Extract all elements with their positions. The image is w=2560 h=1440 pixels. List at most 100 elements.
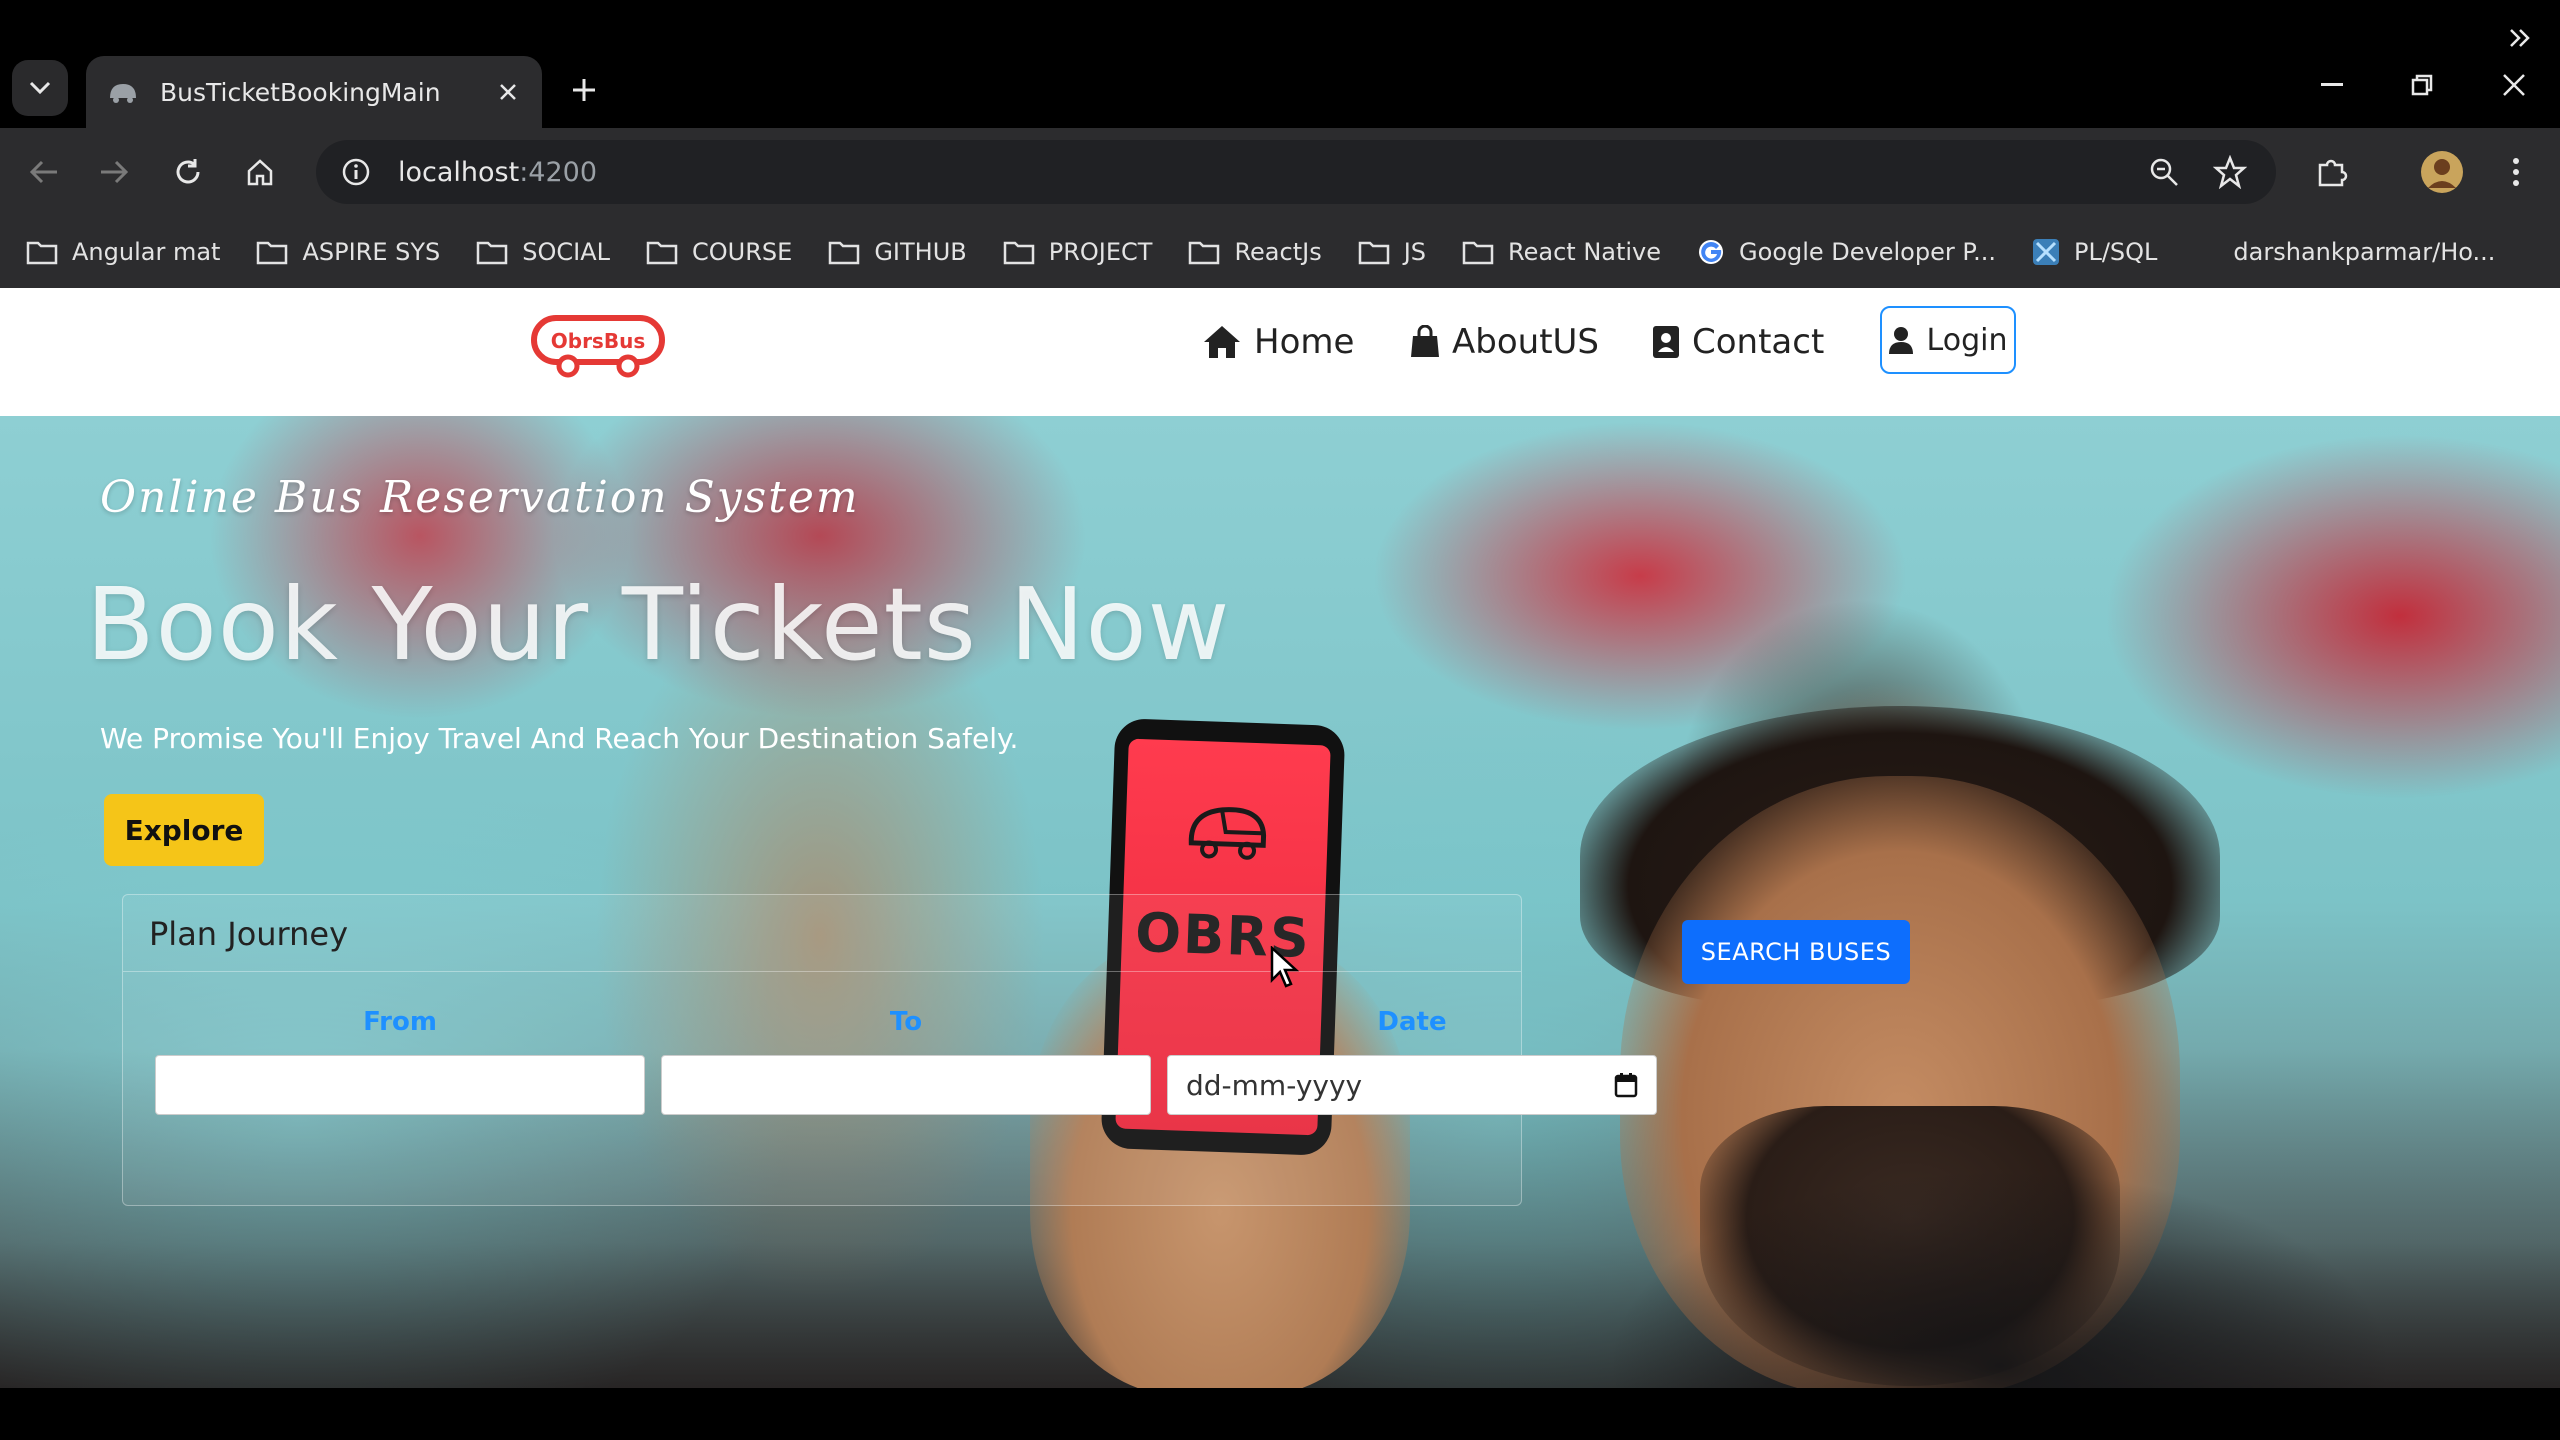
bookmark-star-button[interactable]: [2206, 148, 2254, 196]
shopping-bag-icon: [1411, 325, 1439, 357]
date-placeholder: dd-mm-yyyy: [1186, 1068, 1363, 1102]
restore-button[interactable]: [2392, 60, 2452, 110]
bookmark-label: Google Developer P...: [1739, 238, 1996, 266]
minimize-icon: [2321, 83, 2343, 86]
google-icon: [1699, 240, 1724, 264]
bookmark-item[interactable]: ASPIRE SYS: [256, 238, 440, 266]
explore-button[interactable]: Explore: [104, 794, 264, 866]
folder-icon: [257, 241, 288, 265]
address-book-icon: [1653, 326, 1679, 358]
nav-home-link[interactable]: Home: [1202, 322, 1354, 362]
address-bar[interactable]: localhost:4200: [316, 140, 2276, 204]
bookmark-label: PROJECT: [1048, 238, 1153, 266]
bookmark-label: JS: [1403, 238, 1427, 266]
profile-avatar[interactable]: [2414, 144, 2470, 200]
bookmark-item[interactable]: COURSE: [646, 238, 792, 266]
chevron-double-right-icon: [2510, 29, 2530, 47]
hero-banner: OBRS Online Bus Reservation System Book …: [0, 416, 2560, 1388]
bookmark-label: COURSE: [692, 238, 793, 266]
hero-tagline: Online Bus Reservation System: [100, 472, 860, 523]
bookmark-item[interactable]: React Native: [1462, 238, 1661, 266]
bookmark-label: ASPIRE SYS: [302, 238, 441, 266]
plan-journey-card: Plan Journey From To Date dd-mm-yyyy: [122, 894, 1657, 1206]
url-port: :4200: [519, 156, 598, 188]
site-navbar: ObrsBus Home AboutUS Contact Login: [0, 288, 2560, 416]
nav-home-label: Home: [1254, 322, 1355, 362]
folder-icon: [26, 241, 58, 265]
new-tab-button[interactable]: [562, 68, 606, 112]
web-page: ObrsBus Home AboutUS Contact Login OBRS …: [0, 288, 2560, 1388]
tab-title: BusTicketBookingMain: [160, 77, 441, 107]
home-button[interactable]: [234, 146, 286, 198]
from-input[interactable]: [155, 1055, 645, 1115]
date-input[interactable]: dd-mm-yyyy: [1167, 1055, 1657, 1115]
from-label: From: [363, 1007, 437, 1037]
folder-icon: [1003, 241, 1034, 265]
bookmark-label: PL/SQL: [2073, 238, 2158, 266]
bookmark-label: darshankparmar/Ho...: [2233, 238, 2496, 266]
bookmark-item[interactable]: ReactJs: [1188, 238, 1322, 266]
more-bookmarks-button[interactable]: [2502, 20, 2538, 56]
more-vertical-icon: [2513, 158, 2519, 186]
chevron-down-icon: [29, 81, 51, 95]
calendar-icon[interactable]: [1614, 1072, 1638, 1105]
to-label: To: [889, 1007, 923, 1037]
plus-icon: [573, 79, 595, 101]
browser-menu-button[interactable]: [2492, 148, 2540, 196]
bus-favicon-icon: [110, 84, 136, 103]
tab-search-button[interactable]: [12, 60, 68, 116]
extensions-button[interactable]: [2308, 148, 2356, 196]
arrow-left-icon: [29, 160, 57, 184]
search-buses-button[interactable]: SEARCH BUSES: [1682, 920, 1910, 984]
folder-icon: [1358, 241, 1389, 265]
star-icon: [2213, 155, 2247, 189]
hero-headline: Book Your Tickets Now: [86, 566, 1231, 683]
date-label: Date: [1377, 1007, 1447, 1037]
bookmark-item[interactable]: Angular mat: [26, 238, 220, 266]
bookmark-label: React Native: [1508, 238, 1662, 266]
zoom-button[interactable]: [2140, 148, 2188, 196]
browser-toolbar: localhost:4200: [0, 128, 2560, 216]
bookmarks-bar: Angular mat ASPIRE SYS SOCIAL COURSE GITHUB P…: [0, 216, 2560, 288]
bookmark-item[interactable]: SOCIAL: [476, 238, 610, 266]
zoom-icon: [2150, 158, 2178, 186]
bookmark-item[interactable]: JS: [1358, 238, 1426, 266]
minimize-button[interactable]: [2302, 60, 2362, 110]
nav-about-label: AboutUS: [1452, 322, 1599, 362]
bookmark-item[interactable]: PROJECT: [1003, 238, 1153, 266]
obrsbus-logo[interactable]: ObrsBus: [530, 314, 666, 378]
logo-text: ObrsBus: [551, 329, 645, 353]
browser-tab-strip: BusTicketBookingMain: [0, 0, 2560, 128]
site-info-icon[interactable]: [336, 152, 376, 192]
restore-icon: [2411, 74, 2433, 96]
house-icon: [1204, 326, 1240, 358]
bookmark-item[interactable]: PL/SQL: [2032, 238, 2157, 266]
arrow-right-icon: [101, 160, 129, 184]
bookmark-item[interactable]: Google Developer P...: [1697, 238, 1996, 266]
reload-button[interactable]: [162, 146, 214, 198]
folder-icon: [1462, 241, 1494, 265]
nav-about-link[interactable]: AboutUS: [1410, 322, 1599, 362]
folder-icon: [646, 241, 678, 265]
nav-contact-link[interactable]: Contact: [1652, 322, 1824, 362]
login-button[interactable]: Login: [1880, 306, 2016, 374]
url-text: localhost:4200: [398, 157, 597, 188]
hero-subline: We Promise You'll Enjoy Travel And Reach…: [100, 722, 1019, 755]
close-icon: [2503, 74, 2525, 96]
bookmark-item[interactable]: GITHUB: [828, 238, 967, 266]
mouse-cursor-icon: [1270, 946, 1300, 988]
bookmark-label: SOCIAL: [522, 238, 611, 266]
forward-button[interactable]: [88, 146, 140, 198]
puzzle-icon: [2318, 159, 2348, 187]
browser-tab[interactable]: BusTicketBookingMain: [86, 56, 542, 128]
to-input[interactable]: [661, 1055, 1151, 1115]
nav-contact-label: Contact: [1692, 322, 1825, 362]
back-button[interactable]: [18, 146, 70, 198]
close-window-button[interactable]: [2484, 60, 2544, 110]
url-host: localhost: [398, 156, 520, 188]
close-tab-icon[interactable]: [494, 78, 522, 106]
folder-icon: [477, 241, 508, 265]
login-label: Login: [1926, 322, 2008, 358]
reload-icon: [176, 159, 200, 184]
bookmark-item[interactable]: darshankparmar/Ho...: [2233, 238, 2495, 266]
